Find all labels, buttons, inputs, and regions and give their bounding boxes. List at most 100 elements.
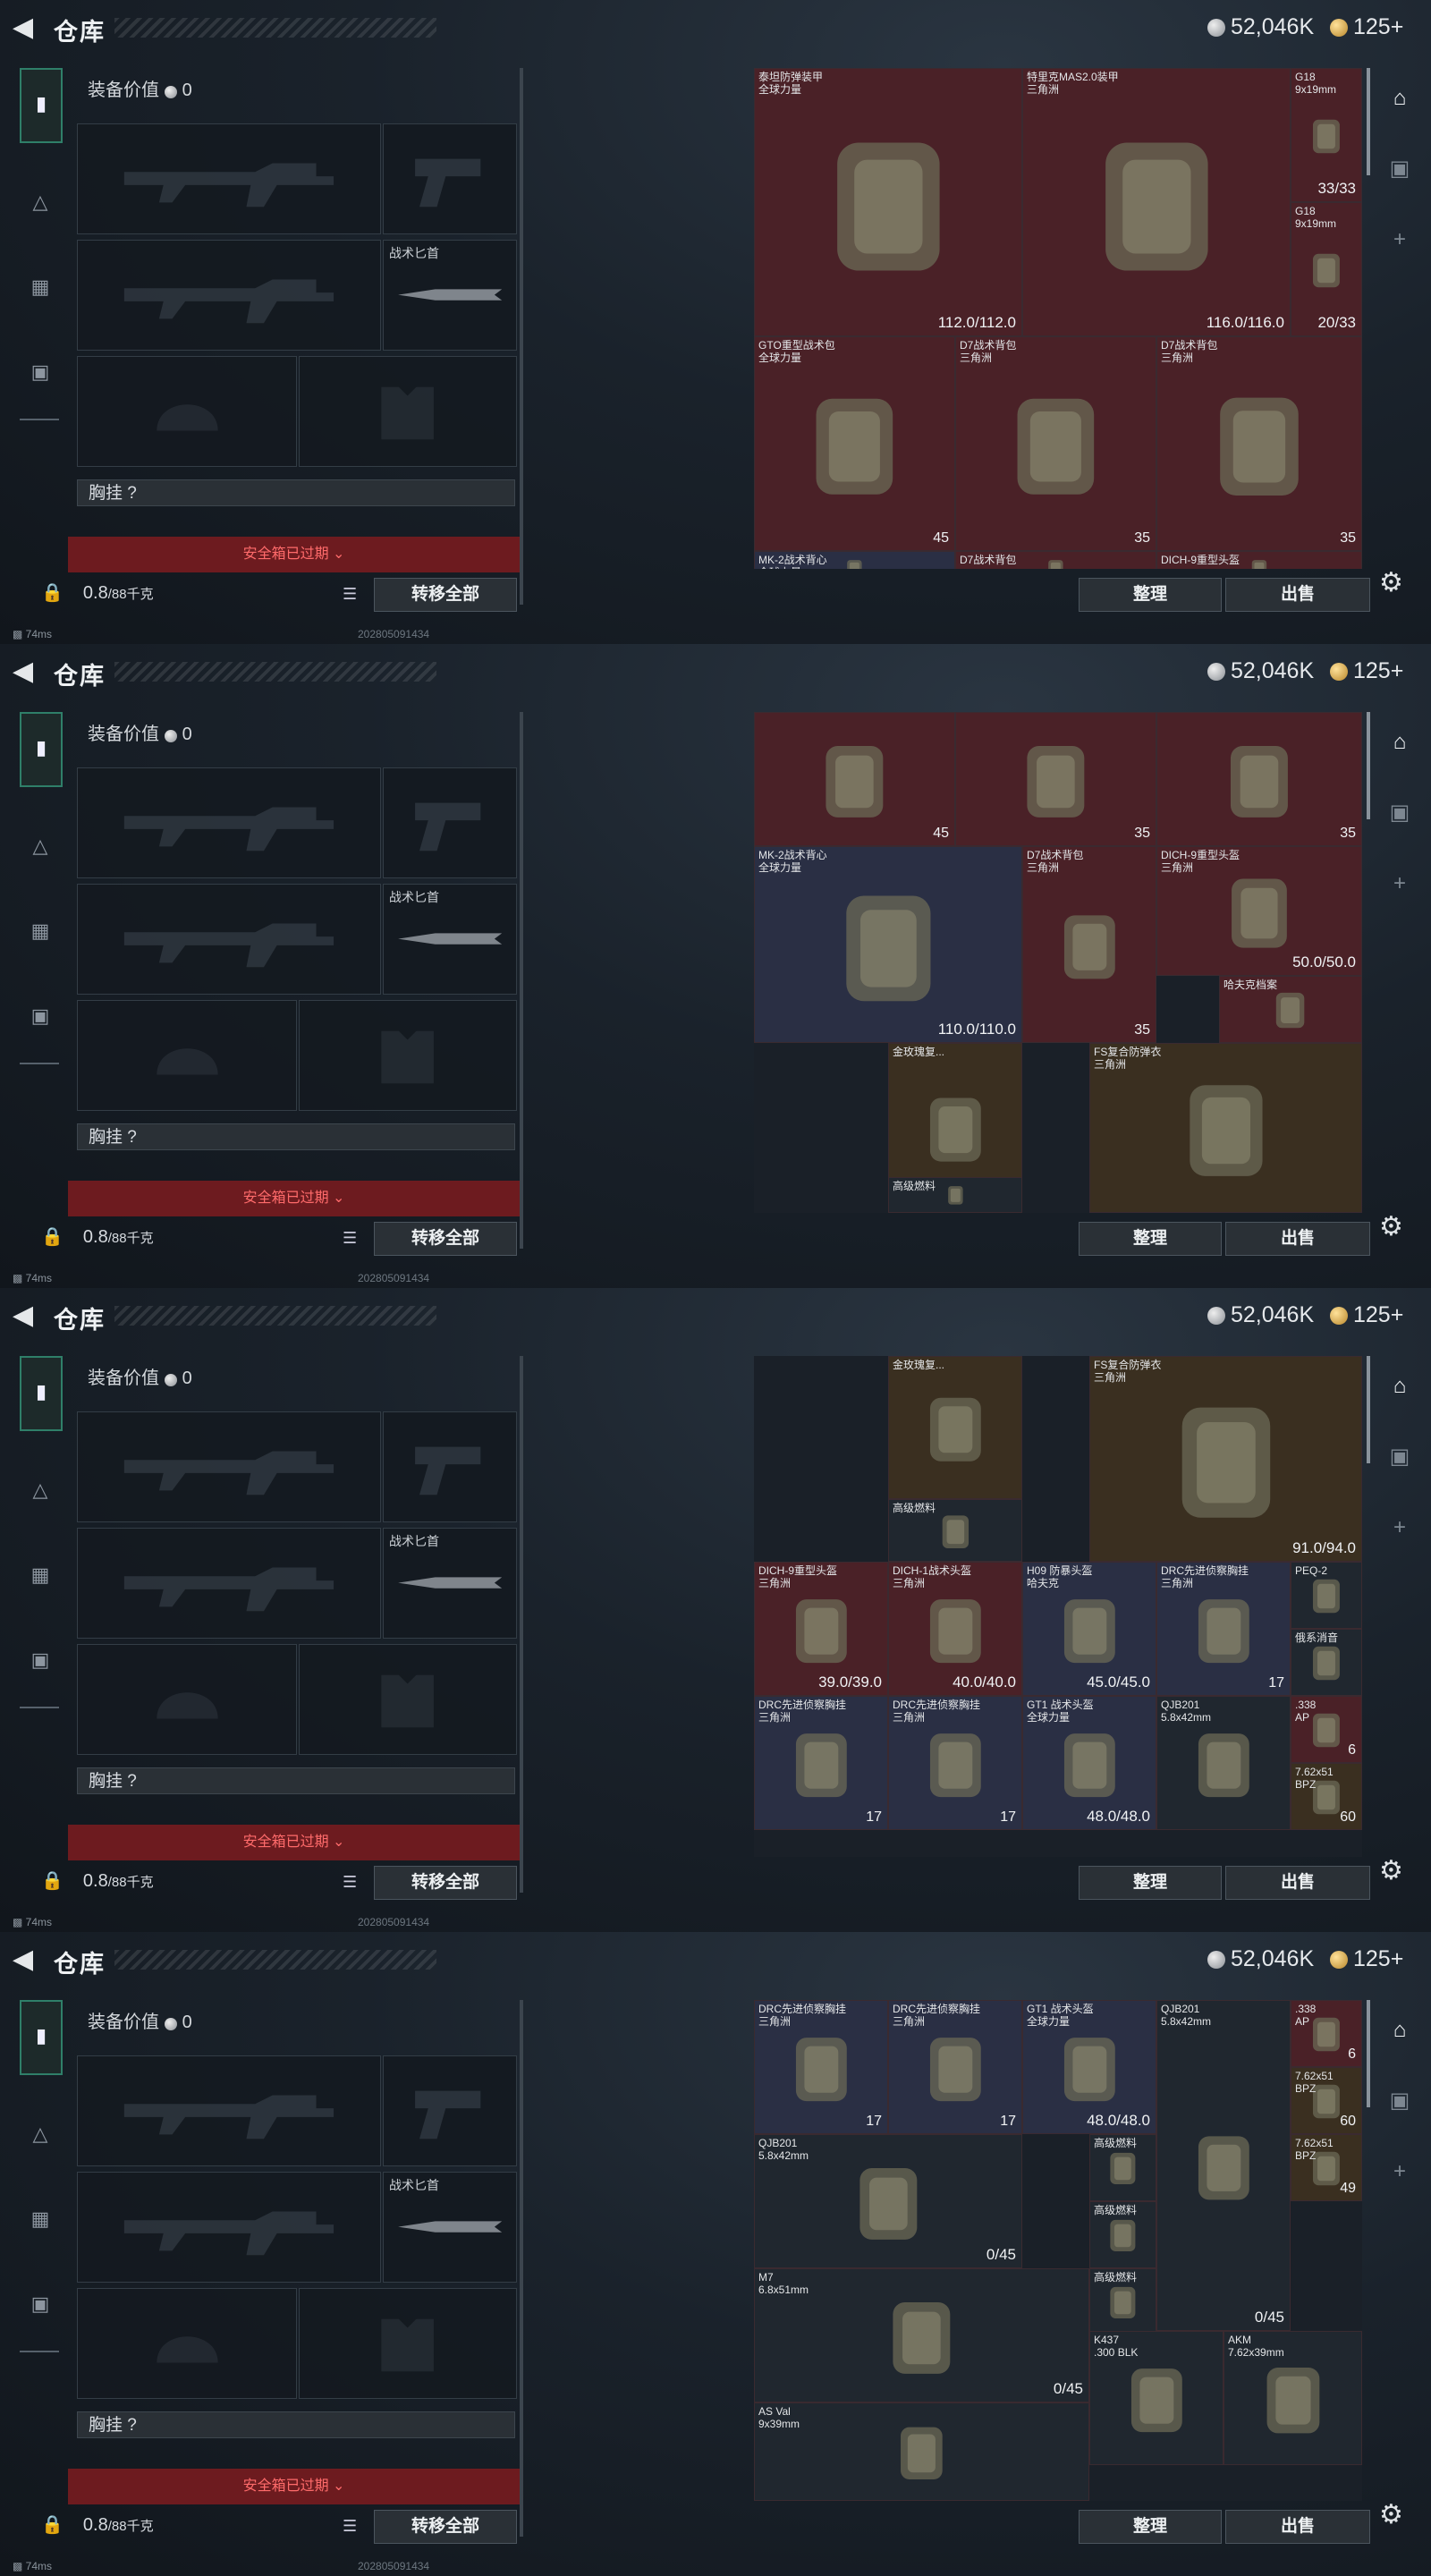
backpack-icon[interactable]: ▦	[20, 1539, 61, 1611]
left-scrollbar[interactable]	[520, 1356, 523, 1893]
pistol-icon[interactable]: ▮	[20, 2000, 63, 2075]
stash-item[interactable]: DRC先进侦察胸挂 三角洲 17	[1156, 1562, 1291, 1696]
list-icon[interactable]: ☰	[343, 585, 357, 604]
stash-item[interactable]: GTO重型战术包 全球力量 45	[754, 336, 955, 551]
secondary-weapon-slot[interactable]	[77, 2172, 381, 2283]
stash-item[interactable]: 俄系消音	[1291, 1629, 1362, 1696]
list-icon[interactable]: ☰	[343, 2517, 357, 2536]
back-arrow-icon[interactable]: ◀	[13, 657, 39, 687]
safe-box-expired-banner[interactable]: 安全箱已过期 ⌄	[68, 1181, 520, 1216]
stash-item[interactable]: K437 .300 BLK	[1089, 2331, 1224, 2465]
stash-item[interactable]: 7.62x51 BPZ 60	[1291, 2067, 1362, 2134]
pistol-icon[interactable]: ▮	[20, 712, 63, 787]
stash-item[interactable]: D7战术背包	[955, 551, 1156, 569]
stash-item[interactable]: GT1 战术头盔 全球力量 48.0/48.0	[1022, 2000, 1156, 2134]
chest-rig-slot[interactable]: 胸挂 ?	[77, 2411, 515, 2438]
stash-item[interactable]: 泰坦防弹装甲 全球力量 112.0/112.0	[754, 68, 1022, 336]
stash-home-icon[interactable]: ⌂	[1384, 2018, 1415, 2043]
sell-button[interactable]: 出售	[1225, 2510, 1370, 2544]
stash-item[interactable]: DRC先进侦察胸挂 三角洲 17	[754, 2000, 888, 2134]
stash-item[interactable]: H09 防暴头盔 哈夫克 45.0/45.0	[1022, 1562, 1156, 1696]
stash-item[interactable]: AKM 7.62x39mm	[1224, 2331, 1362, 2465]
stash-item[interactable]: QJB201 5.8x42mm 0/45	[754, 2134, 1022, 2268]
gear-icon[interactable]: ⚙	[1379, 1211, 1403, 1242]
sidearm-slot[interactable]	[383, 2055, 517, 2166]
stash-item[interactable]: MK-2战术背心 全球力量 110.0/110.0	[754, 846, 1022, 1043]
backpack-icon[interactable]: ▦	[20, 251, 61, 323]
stash-home-icon[interactable]: ⌂	[1384, 86, 1415, 111]
stash-item[interactable]: PEQ-2	[1291, 1562, 1362, 1629]
left-scrollbar[interactable]	[520, 2000, 523, 2537]
sort-button[interactable]: 整理	[1079, 578, 1222, 612]
sell-button[interactable]: 出售	[1225, 1222, 1370, 1256]
image-icon[interactable]: ▣	[1384, 2088, 1415, 2114]
secondary-weapon-slot[interactable]	[77, 884, 381, 995]
helmet-slot[interactable]	[77, 1644, 297, 1755]
stash-item[interactable]: 哈夫克档案	[1219, 976, 1362, 1043]
knife-slot[interactable]: 战术匕首	[383, 2172, 517, 2283]
armor-slot[interactable]	[299, 1644, 517, 1755]
primary-weapon-slot[interactable]	[77, 1411, 381, 1522]
case-icon[interactable]: ▣	[20, 336, 61, 408]
move-all-button[interactable]: 转移全部	[374, 1222, 517, 1256]
stash-item[interactable]: FS复合防弹衣 三角洲	[1089, 1043, 1362, 1213]
backpack-icon[interactable]: ▦	[20, 2183, 61, 2255]
stash-home-icon[interactable]: ⌂	[1384, 1374, 1415, 1399]
stash-item[interactable]: DICH-9重型头盔 三角洲 50.0/50.0	[1156, 846, 1362, 976]
stash-item[interactable]: DICH-1战术头盔 三角洲 40.0/40.0	[888, 1562, 1022, 1696]
stash-item[interactable]: DRC先进侦察胸挂 三角洲 17	[888, 2000, 1022, 2134]
case-icon[interactable]: ▣	[20, 2268, 61, 2340]
primary-weapon-slot[interactable]	[77, 2055, 381, 2166]
sell-button[interactable]: 出售	[1225, 1866, 1370, 1900]
backpack-icon[interactable]: ▦	[20, 895, 61, 967]
gold-currency[interactable]: 125+	[1330, 1302, 1403, 1328]
stash-item[interactable]: 高级燃料	[888, 1177, 1022, 1213]
stash-item[interactable]: .338 AP 6	[1291, 1696, 1362, 1763]
stash-item[interactable]: 特里克MAS2.0装甲 三角洲 116.0/116.0	[1022, 68, 1291, 336]
stash-item[interactable]: D7战术背包 三角洲 35	[1156, 336, 1362, 551]
stash-item[interactable]: 高级燃料	[1089, 2268, 1156, 2335]
stash-item[interactable]: DICH-9重型头盔	[1156, 551, 1362, 569]
gold-currency[interactable]: 125+	[1330, 14, 1403, 40]
armor-slot[interactable]	[299, 1000, 517, 1111]
sidearm-slot[interactable]	[383, 123, 517, 234]
list-icon[interactable]: ☰	[343, 1873, 357, 1892]
stash-item[interactable]: 35	[1156, 712, 1362, 846]
stash-item[interactable]: 高级燃料	[1089, 2201, 1156, 2268]
stash-item[interactable]: 高级燃料	[888, 1499, 1022, 1562]
list-icon[interactable]: ☰	[343, 1229, 357, 1248]
helmet-icon[interactable]: △	[20, 810, 61, 882]
stash-scrollbar[interactable]	[1367, 68, 1370, 175]
safe-box-expired-banner[interactable]: 安全箱已过期 ⌄	[68, 2469, 520, 2504]
stash-item[interactable]: AS Val 9x39mm	[754, 2402, 1089, 2501]
back-arrow-icon[interactable]: ◀	[13, 1945, 39, 1975]
secondary-weapon-slot[interactable]	[77, 1528, 381, 1639]
move-all-button[interactable]: 转移全部	[374, 578, 517, 612]
safe-box-expired-banner[interactable]: 安全箱已过期 ⌄	[68, 1825, 520, 1860]
sort-button[interactable]: 整理	[1079, 1866, 1222, 1900]
pistol-icon[interactable]: ▮	[20, 68, 63, 143]
stash-item[interactable]: QJB201 5.8x42mm	[1156, 1696, 1291, 1830]
add-page-icon[interactable]: +	[1384, 871, 1415, 896]
pistol-icon[interactable]: ▮	[20, 1356, 63, 1431]
add-page-icon[interactable]: +	[1384, 2159, 1415, 2184]
image-icon[interactable]: ▣	[1384, 800, 1415, 826]
stash-item[interactable]: 45	[754, 712, 955, 846]
move-all-button[interactable]: 转移全部	[374, 1866, 517, 1900]
stash-item[interactable]: 7.62x51 BPZ 60	[1291, 1763, 1362, 1830]
back-arrow-icon[interactable]: ◀	[13, 13, 39, 43]
stash-item[interactable]: .338 AP 6	[1291, 2000, 1362, 2067]
chest-rig-slot[interactable]: 胸挂 ?	[77, 1123, 515, 1150]
safe-box-expired-banner[interactable]: 安全箱已过期 ⌄	[68, 537, 520, 572]
stash-item[interactable]: G18 9x19mm 33/33	[1291, 68, 1362, 202]
case-icon[interactable]: ▣	[20, 980, 61, 1052]
left-scrollbar[interactable]	[520, 68, 523, 605]
stash-item[interactable]: DRC先进侦察胸挂 三角洲 17	[754, 1696, 888, 1830]
helmet-icon[interactable]: △	[20, 2098, 61, 2170]
knife-slot[interactable]: 战术匕首	[383, 240, 517, 351]
gold-currency[interactable]: 125+	[1330, 1946, 1403, 1972]
primary-weapon-slot[interactable]	[77, 123, 381, 234]
chest-rig-slot[interactable]: 胸挂 ?	[77, 479, 515, 506]
primary-weapon-slot[interactable]	[77, 767, 381, 878]
add-page-icon[interactable]: +	[1384, 1515, 1415, 1540]
